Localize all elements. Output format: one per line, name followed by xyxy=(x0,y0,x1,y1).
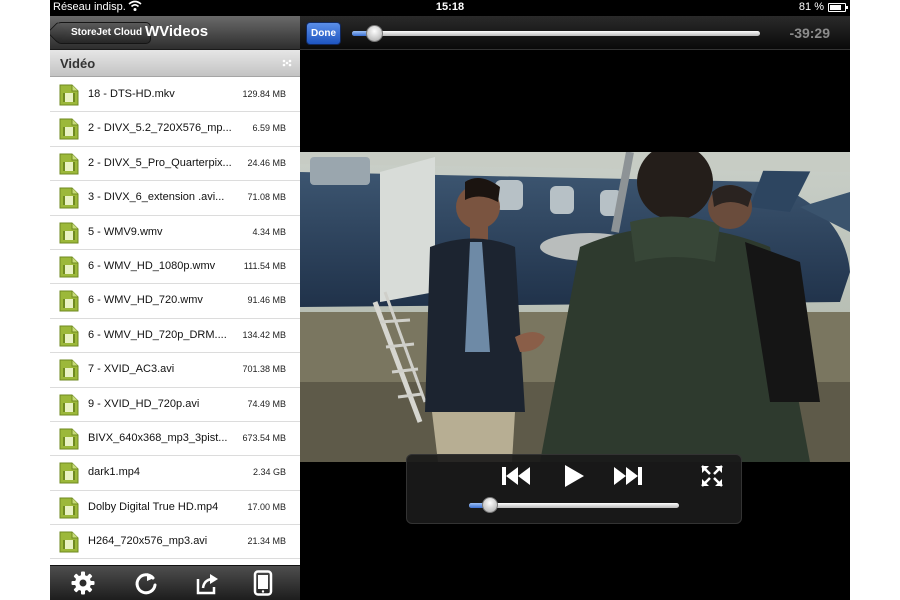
file-size: 91.46 MB xyxy=(247,295,286,306)
collapse-dots-icon[interactable] xyxy=(282,59,292,67)
file-size: 24.46 MB xyxy=(247,157,286,168)
video-file-icon xyxy=(59,256,79,278)
device-icon[interactable] xyxy=(250,570,276,596)
back-button[interactable]: StoreJet Cloud xyxy=(56,22,152,44)
file-name: 7 - XVID_AC3.avi xyxy=(88,363,175,376)
file-name: 2 - DIVX_5_Pro_Quarterpix... xyxy=(88,156,232,169)
video-file-icon xyxy=(59,187,79,209)
navigation-bar: StoreJet Cloud WVideos xyxy=(50,16,300,50)
video-frame[interactable] xyxy=(300,152,850,462)
gear-icon[interactable] xyxy=(70,570,96,596)
volume-handle[interactable] xyxy=(482,497,498,513)
video-file-icon xyxy=(59,84,79,106)
volume-slider[interactable] xyxy=(469,497,679,513)
file-name: 9 - XVID_HD_720p.avi xyxy=(88,397,200,410)
video-file-icon xyxy=(59,531,79,553)
file-size: 17.00 MB xyxy=(247,501,286,512)
file-name: 18 - DTS-HD.mkv xyxy=(88,88,175,100)
file-size: 71.08 MB xyxy=(247,192,286,203)
refresh-icon[interactable] xyxy=(133,570,159,596)
file-size: 2.34 GB xyxy=(252,467,286,478)
file-name: H264_720x576_mp3.avi xyxy=(88,535,208,548)
file-size: 111.54 MB xyxy=(243,260,286,271)
battery-icon xyxy=(828,3,848,12)
file-size: 4.34 MB xyxy=(252,226,286,237)
file-name: 6 - WMV_HD_1080p.wmv xyxy=(88,259,216,272)
video-file-icon xyxy=(59,118,79,140)
file-row[interactable]: Dolby Digital True HD.mp4 17.00 MB xyxy=(50,491,300,526)
video-file-icon xyxy=(59,497,79,519)
file-size: 673.54 MB xyxy=(242,432,286,443)
play-icon[interactable] xyxy=(561,461,587,491)
video-file-icon xyxy=(59,290,79,312)
scrubber-track[interactable] xyxy=(352,25,760,42)
file-row[interactable]: BIVX_640x368_mp3_3pist... 673.54 MB xyxy=(50,422,300,457)
ipad-screen: Réseau indisp. 15:18 81 % StoreJet Cloud… xyxy=(50,0,850,600)
file-row[interactable]: H264_720x576_mp3.avi 21.34 MB xyxy=(50,525,300,560)
file-list: 18 - DTS-HD.mkv 129.84 MB 2 - DIVX_5.2_720… xyxy=(50,78,300,565)
fullscreen-icon[interactable] xyxy=(699,461,725,491)
video-file-icon xyxy=(59,325,79,347)
player-top-bar: Done -39:29 xyxy=(300,16,850,50)
file-size: 701.38 MB xyxy=(242,364,286,375)
file-name: BIVX_640x368_mp3_3pist... xyxy=(88,431,228,444)
file-row[interactable]: 6 - WMV_HD_1080p.wmv 111.54 MB xyxy=(50,250,300,285)
bottom-toolbar xyxy=(50,565,300,600)
file-size: 21.34 MB xyxy=(247,536,286,547)
next-icon[interactable] xyxy=(611,461,645,491)
file-name: Dolby Digital True HD.mp4 xyxy=(88,500,219,513)
clock: 15:18 xyxy=(435,1,465,13)
status-bar: Réseau indisp. 15:18 81 % xyxy=(50,0,850,16)
file-browser-panel: StoreJet Cloud WVideos Vidéo 18 - DTS-HD… xyxy=(50,16,300,600)
file-name: 5 - WMV9.wmv xyxy=(88,225,163,238)
previous-icon[interactable] xyxy=(499,461,533,491)
file-name: 3 - DIVX_6_extension .avi... xyxy=(88,191,225,204)
section-header: Vidéo xyxy=(50,50,300,77)
file-row[interactable]: 6 - WMV_HD_720p_DRM.... 134.42 MB xyxy=(50,319,300,354)
file-size: 6.59 MB xyxy=(252,123,286,134)
file-size: 134.42 MB xyxy=(242,329,286,340)
file-name: 6 - WMV_HD_720p_DRM.... xyxy=(88,328,227,341)
video-file-icon xyxy=(59,394,79,416)
share-icon[interactable] xyxy=(195,570,221,596)
file-row[interactable]: 9 - XVID_HD_720p.avi 74.49 MB xyxy=(50,388,300,422)
done-button[interactable]: Done xyxy=(306,22,341,45)
video-file-icon xyxy=(59,153,79,175)
file-row[interactable]: 7 - XVID_AC3.avi 701.38 MB xyxy=(50,353,300,388)
video-file-icon xyxy=(59,222,79,244)
remaining-time: -39:29 xyxy=(789,25,830,41)
file-name: 2 - DIVX_5.2_720X576_mp... xyxy=(88,122,232,135)
video-file-icon xyxy=(59,428,79,450)
file-name: dark1.mp4 xyxy=(88,466,140,479)
scrubber-handle[interactable] xyxy=(366,25,384,42)
file-row[interactable]: 2 - DIVX_5_Pro_Quarterpix... 24.46 MB xyxy=(50,147,300,182)
video-file-icon xyxy=(59,359,79,381)
back-button-label: StoreJet Cloud xyxy=(71,27,143,38)
section-title: Vidéo xyxy=(60,56,96,71)
video-still-image xyxy=(300,152,850,462)
video-file-icon xyxy=(59,462,79,484)
file-row[interactable]: dark1.mp4 2.34 GB xyxy=(50,456,300,491)
file-size: 74.49 MB xyxy=(247,398,286,409)
file-row[interactable]: 5 - WMV9.wmv 4.34 MB xyxy=(50,216,300,250)
file-row[interactable]: 6 - WMV_HD_720.wmv 91.46 MB xyxy=(50,284,300,319)
file-row[interactable]: 3 - DIVX_6_extension .avi... 71.08 MB xyxy=(50,181,300,216)
battery-percent: 81 % xyxy=(798,1,824,13)
file-size: 129.84 MB xyxy=(242,89,286,99)
video-player: Done -39:29 xyxy=(300,16,850,600)
file-name: 6 - WMV_HD_720.wmv xyxy=(88,294,203,307)
file-row[interactable]: 2 - DIVX_5.2_720X576_mp... 6.59 MB xyxy=(50,112,300,147)
playback-controls xyxy=(406,454,742,524)
nav-title: WVideos xyxy=(145,23,209,40)
file-row[interactable]: 18 - DTS-HD.mkv 129.84 MB xyxy=(50,78,300,113)
